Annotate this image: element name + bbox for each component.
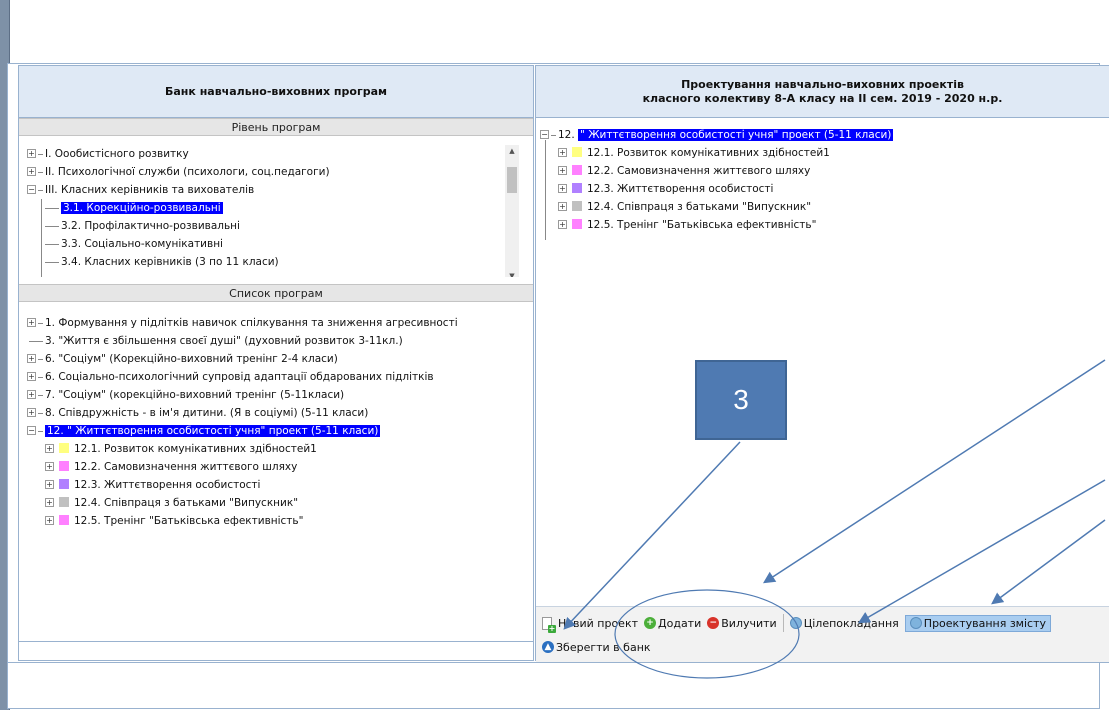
color-marker-icon xyxy=(572,165,582,175)
expand-icon[interactable]: + xyxy=(558,219,567,229)
save-arrow-icon: ▲ xyxy=(542,641,554,653)
tree-subitem[interactable]: +12.2. Самовизначення життєвого шляху xyxy=(27,458,533,476)
expand-icon[interactable]: + xyxy=(27,353,36,363)
color-marker-icon xyxy=(59,515,69,525)
design-content-button[interactable]: Проектування змісту xyxy=(904,614,1051,632)
expand-icon[interactable]: + xyxy=(27,148,36,158)
tree-item-level[interactable]: 3.4. Класних керівників (3 по 11 класи) xyxy=(27,253,533,271)
project-design-panel: Проектування навчально-виховних проектів… xyxy=(535,65,1109,662)
expand-icon[interactable]: + xyxy=(27,371,36,381)
tree-item-level[interactable]: 3.2. Профілактично-розвивальні xyxy=(27,217,533,235)
program-bank-title-text: Банк навчально-виховних програм xyxy=(165,84,387,98)
tree-item-level[interactable]: + I. Оообистісного розвитку xyxy=(27,145,533,163)
tree-item-level[interactable]: 3.3. Соціально-комунікативні xyxy=(27,235,533,253)
levels-section-title: Рівень програм xyxy=(19,118,533,136)
expand-icon[interactable]: + xyxy=(27,407,36,417)
project-design-title-line1: Проектування навчально-виховних проектів xyxy=(681,77,964,91)
project-toolbar: Новий проект +Додати −Вилучити Цілепокла… xyxy=(536,606,1109,662)
new-document-icon xyxy=(542,616,556,633)
scroll-down-icon[interactable]: ▼ xyxy=(505,270,519,277)
tree-item-program[interactable]: +7. "Соціум" (корекційно-виховний тренін… xyxy=(27,386,533,404)
tree-item-program[interactable]: +6. Соціально-психологічний супровід ада… xyxy=(27,368,533,386)
collapse-icon[interactable]: − xyxy=(540,129,549,139)
tree-item-level[interactable]: − III. Класних керівників та вихователів xyxy=(27,181,533,199)
tree-subitem[interactable]: +12.5. Тренінг "Батьківська ефективність… xyxy=(540,216,1109,234)
expand-icon[interactable]: + xyxy=(45,443,54,453)
color-marker-icon xyxy=(572,219,582,229)
expand-icon[interactable]: + xyxy=(45,479,54,489)
tree-item-program[interactable]: +8. Співдружність - в ім'я дитини. (Я в … xyxy=(27,404,533,422)
tree-item-level[interactable]: + II. Психологічної служби (психологи, со… xyxy=(27,163,533,181)
expand-icon[interactable]: + xyxy=(558,165,567,175)
expand-icon[interactable]: + xyxy=(558,147,567,157)
color-marker-icon xyxy=(59,497,69,507)
goal-icon xyxy=(789,617,802,629)
expand-icon[interactable]: + xyxy=(27,166,36,176)
tree-subitem[interactable]: +12.1. Розвиток комунікативних здібносте… xyxy=(27,440,533,458)
add-button[interactable]: + Додати xyxy=(644,617,701,630)
design-icon xyxy=(909,617,922,629)
tree-item-program-selected[interactable]: −12. " Життєтворення особистості учня" п… xyxy=(27,422,533,440)
tree-item-root[interactable]: −12. " Життєтворення особистості учня" п… xyxy=(540,126,1109,144)
color-marker-icon xyxy=(572,147,582,157)
program-bank-panel: Банк навчально-виховних програм Рівень п… xyxy=(18,65,534,661)
remove-icon: − xyxy=(707,617,720,629)
annotation-callout: 3 xyxy=(695,360,787,440)
toolbar-separator xyxy=(782,614,784,632)
project-design-title-line2: класного колективу 8-А класу на II сем. … xyxy=(642,91,1003,105)
programs-section-title: Список програм xyxy=(19,284,533,302)
tree-subitem[interactable]: +12.1. Розвиток комунікативних здібносте… xyxy=(540,144,1109,162)
tree-subitem[interactable]: +12.3. Життєтворення особистості xyxy=(27,476,533,494)
scroll-thumb[interactable] xyxy=(507,167,517,193)
expand-icon[interactable]: + xyxy=(558,183,567,193)
tree-subitem[interactable]: +12.5. Тренінг "Батьківська ефективність… xyxy=(27,512,533,530)
collapse-icon[interactable]: − xyxy=(27,425,36,435)
project-design-title: Проектування навчально-виховних проектів… xyxy=(536,66,1109,118)
expand-icon[interactable]: + xyxy=(27,389,36,399)
expand-icon[interactable]: + xyxy=(27,317,36,327)
scroll-up-icon[interactable]: ▲ xyxy=(505,145,519,157)
tree-item-program[interactable]: +1. Формування у підлітків навичок спілк… xyxy=(27,314,533,332)
tree-item-level-selected[interactable]: 3.1. Корекційно-розвивальні xyxy=(27,199,533,217)
tree-item-program[interactable]: +6. "Соціум" (Корекційно-виховний тренін… xyxy=(27,350,533,368)
levels-scrollbar[interactable]: ▲ ▼ xyxy=(505,145,519,277)
tree-subitem[interactable]: +12.4. Співпраця з батьками "Випускник" xyxy=(540,198,1109,216)
program-bank-title: Банк навчально-виховних програм xyxy=(19,66,533,118)
color-marker-icon xyxy=(572,201,582,211)
expand-icon[interactable]: + xyxy=(558,201,567,211)
color-marker-icon xyxy=(59,461,69,471)
levels-tree[interactable]: + I. Оообистісного розвитку + II. Психолог… xyxy=(19,137,533,277)
project-tree[interactable]: −12. " Життєтворення особистості учня" п… xyxy=(536,118,1109,240)
goal-setting-button[interactable]: Цілепокладання xyxy=(789,617,899,630)
color-marker-icon xyxy=(572,183,582,193)
tree-subitem[interactable]: +12.4. Співпраця з батьками "Випускник" xyxy=(27,494,533,512)
expand-icon[interactable]: + xyxy=(45,515,54,525)
expand-icon[interactable]: + xyxy=(45,461,54,471)
tree-item-program[interactable]: 3. "Життя є збільшення своєї душі" (духо… xyxy=(27,332,533,350)
tree-subitem[interactable]: +12.3. Життєтворення особистості xyxy=(540,180,1109,198)
add-icon: + xyxy=(644,617,657,629)
save-to-bank-button[interactable]: ▲ Зберегти в банк xyxy=(542,641,651,654)
new-project-button[interactable]: Новий проект xyxy=(542,616,638,633)
collapse-icon[interactable]: − xyxy=(27,184,36,194)
color-marker-icon xyxy=(59,479,69,489)
programs-tree[interactable]: +1. Формування у підлітків навичок спілк… xyxy=(19,310,533,540)
tree-subitem[interactable]: +12.2. Самовизначення життєвого шляху xyxy=(540,162,1109,180)
color-marker-icon xyxy=(59,443,69,453)
remove-button[interactable]: − Вилучити xyxy=(707,617,777,630)
expand-icon[interactable]: + xyxy=(45,497,54,507)
